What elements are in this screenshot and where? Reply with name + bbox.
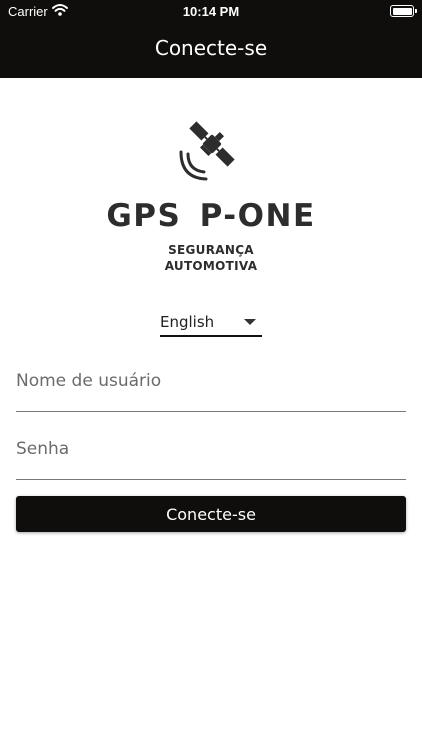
brand-tagline: SEGURANÇA AUTOMOTIVA [0, 242, 422, 274]
satellite-icon [176, 112, 246, 187]
status-time: 10:14 PM [182, 4, 240, 19]
language-selected-value: English [160, 313, 215, 331]
app-bar: Conecte-se [0, 22, 422, 78]
battery-icon [390, 5, 417, 17]
tagline-line-2: AUTOMOTIVA [164, 259, 258, 273]
login-button[interactable]: Conecte-se [16, 496, 406, 532]
username-field[interactable] [16, 362, 406, 412]
page-title: Conecte-se [154, 36, 268, 60]
username-input[interactable] [16, 366, 406, 396]
brand-logo: GPS P-ONE SEGURANÇA AUTOMOTIVA [0, 112, 422, 282]
dropdown-arrow-icon [244, 319, 256, 325]
language-dropdown[interactable]: English [160, 309, 262, 337]
password-input[interactable] [16, 434, 406, 464]
brand-name: GPS P-ONE [106, 198, 316, 234]
password-field[interactable] [16, 430, 406, 480]
status-bar: Carrier 10:14 PM [0, 0, 422, 22]
tagline-line-1: SEGURANÇA [168, 243, 254, 257]
